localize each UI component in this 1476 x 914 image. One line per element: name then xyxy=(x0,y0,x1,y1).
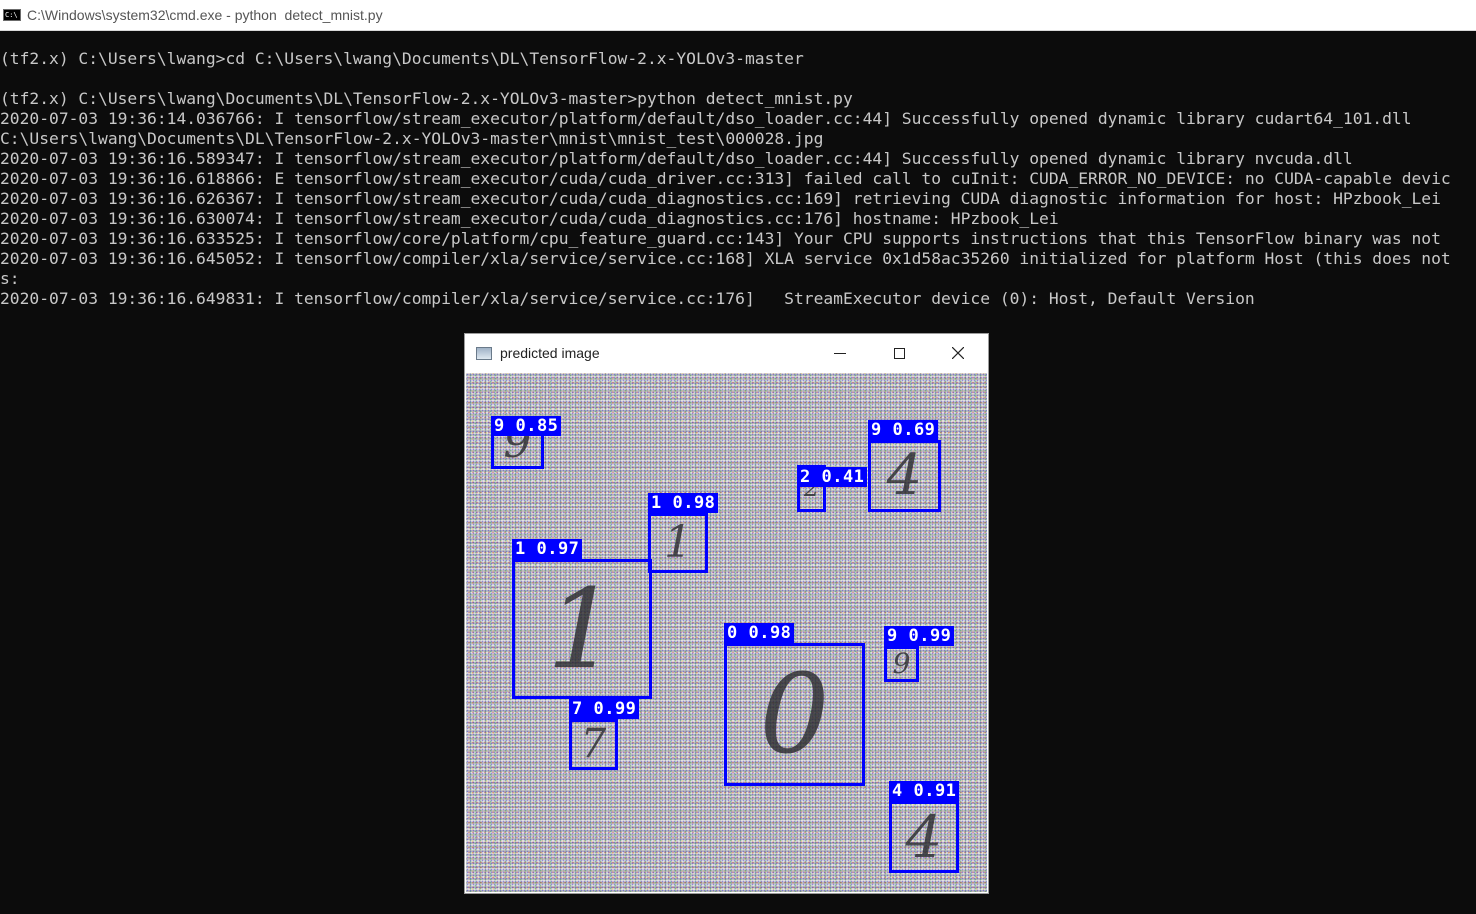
console-window-title: C:\Windows\system32\cmd.exe - python det… xyxy=(27,7,383,23)
predicted-image-window[interactable]: predicted image 99 0.85 4 9 0.69 2 2 0.41 1 1 … xyxy=(464,333,989,894)
console-line: 2020-07-03 19:36:16.630074: I tensorflow… xyxy=(0,209,1059,228)
detection-box xyxy=(569,719,618,770)
detection-label: 7 0.99 xyxy=(569,699,640,719)
console-title-bar[interactable]: C:\ C:\Windows\system32\cmd.exe - python… xyxy=(0,0,1476,31)
maximize-icon xyxy=(893,347,905,359)
maximize-button[interactable] xyxy=(876,334,922,372)
image-window-title: predicted image xyxy=(500,345,600,361)
detection-label: 9 0.69 xyxy=(868,420,939,440)
detection-label: 2 0.41 xyxy=(797,467,868,487)
minimize-icon xyxy=(834,352,846,354)
detection-label: 1 0.97 xyxy=(512,539,583,559)
minimize-button[interactable] xyxy=(817,334,863,372)
console-line: 2020-07-03 19:36:16.645052: I tensorflow… xyxy=(0,249,1451,268)
detection-box xyxy=(884,646,919,682)
detection-label: 9 0.99 xyxy=(884,626,955,646)
console-line: C:\Users\lwang\Documents\DL\TensorFlow-2… xyxy=(0,129,824,148)
console-line: 2020-07-03 19:36:16.633525: I tensorflow… xyxy=(0,229,1441,248)
detection-box xyxy=(868,440,941,512)
console-line: s: xyxy=(0,269,20,288)
detection-label: 0 0.98 xyxy=(724,623,795,643)
image-window-icon xyxy=(476,346,492,360)
close-button[interactable] xyxy=(935,334,981,372)
console-line: (tf2.x) C:\Users\lwang>cd C:\Users\lwang… xyxy=(0,49,804,68)
console-line: 2020-07-03 19:36:16.626367: I tensorflow… xyxy=(0,189,1441,208)
console-line: 2020-07-03 19:36:16.649831: I tensorflow… xyxy=(0,289,1255,308)
detection-box xyxy=(512,559,652,699)
cmd-icon: C:\ xyxy=(3,9,21,21)
detection-label: 4 0.91 xyxy=(889,781,960,801)
close-icon xyxy=(952,347,964,359)
detection-box xyxy=(648,513,708,573)
detection-label: 1 0.98 xyxy=(648,493,719,513)
detection-label: 9 0.85 xyxy=(491,416,562,436)
detection-box xyxy=(724,643,865,786)
console-line: 2020-07-03 19:36:16.618866: E tensorflow… xyxy=(0,169,1451,188)
detection-box xyxy=(889,801,959,873)
console-output[interactable]: (tf2.x) C:\Users\lwang>cd C:\Users\lwang… xyxy=(0,49,1476,309)
predicted-image-canvas: 99 0.85 4 9 0.69 2 2 0.41 1 1 0.98 1 1 0.97 0 0 0.… xyxy=(466,373,987,892)
console-line: (tf2.x) C:\Users\lwang\Documents\DL\Tens… xyxy=(0,89,853,108)
console-line: 2020-07-03 19:36:16.589347: I tensorflow… xyxy=(0,149,1353,168)
console-line: 2020-07-03 19:36:14.036766: I tensorflow… xyxy=(0,109,1412,128)
